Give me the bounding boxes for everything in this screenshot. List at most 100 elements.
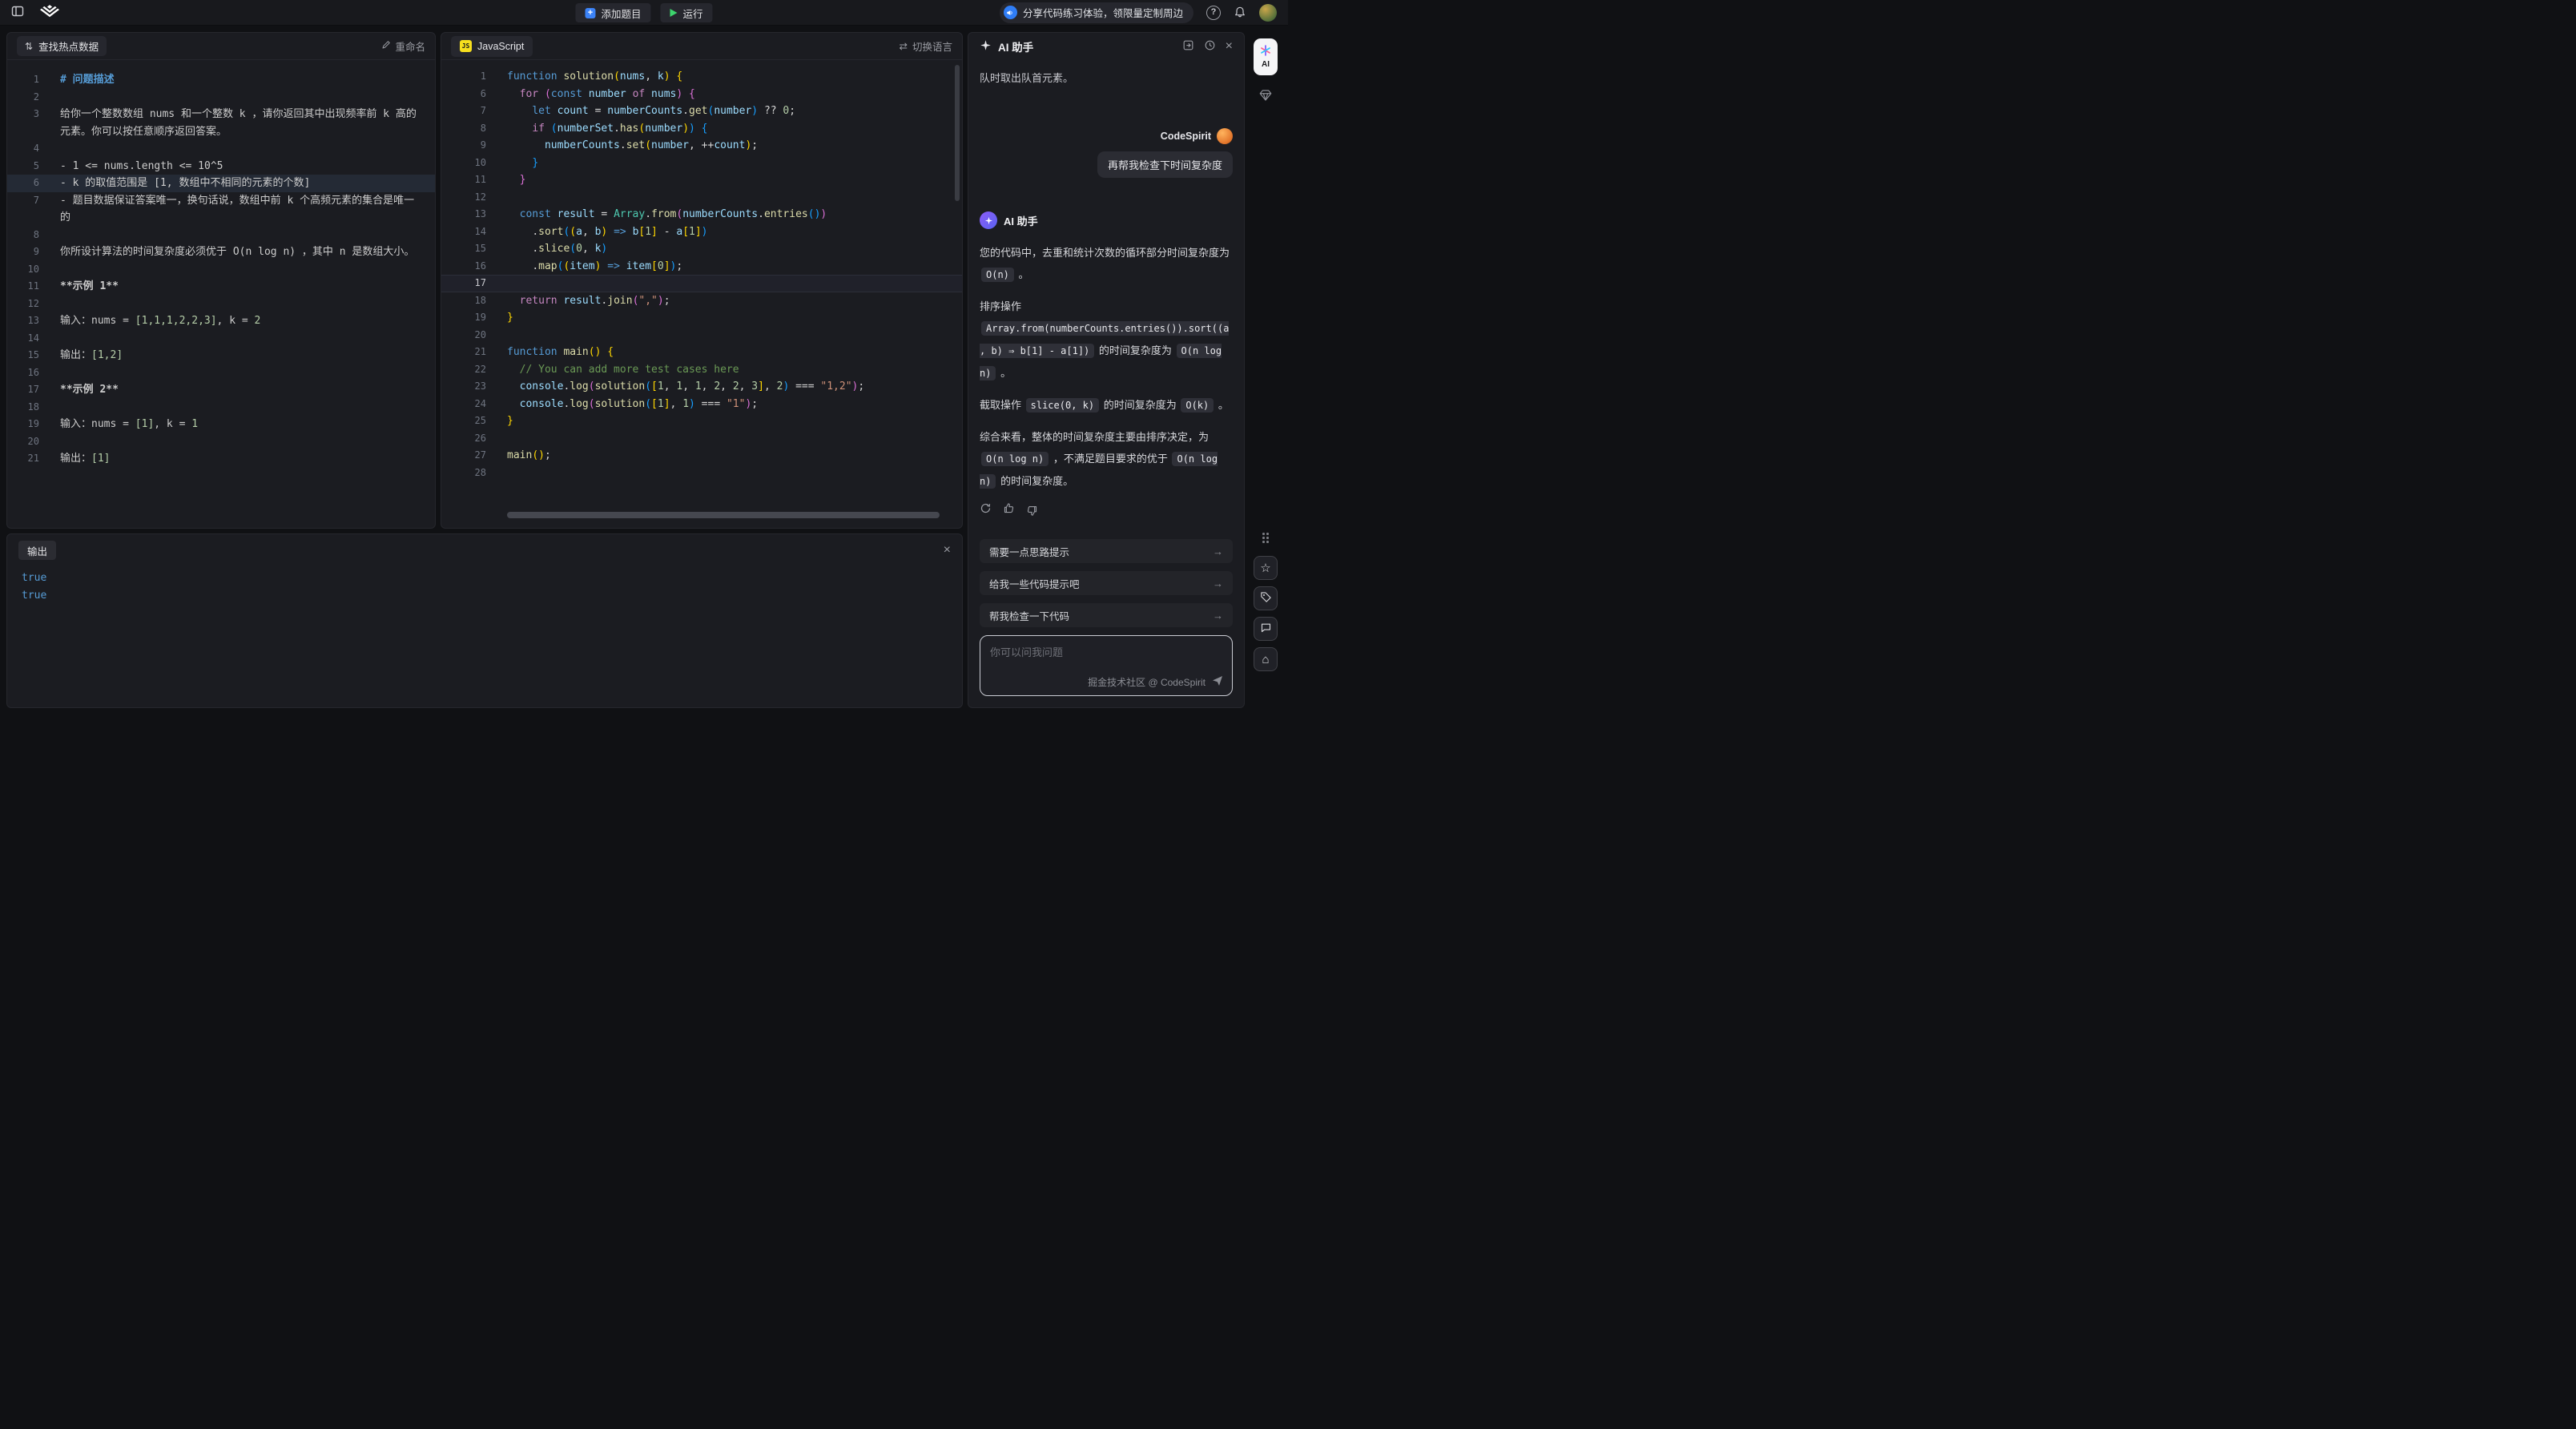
code-line: 28 [441,465,962,482]
tab-javascript[interactable]: JS JavaScript [451,36,533,57]
topbar: + 添加题目 运行 分享代码练习体验，领限量定制周边 ? [0,0,1288,26]
colorful-sparkle-icon [1260,45,1271,58]
output-line: true [22,587,948,605]
ai-suggestion-button[interactable]: 帮我检查一下代码→ [980,603,1233,627]
ai-rail-button[interactable]: AI [1254,38,1278,75]
switch-language-button[interactable]: ⇄ 切换语言 [900,38,953,54]
history-button[interactable] [1204,39,1216,54]
arrow-right-icon: → [1213,578,1223,590]
comment-button[interactable] [1254,617,1278,641]
problem-header: ⇅ 查找热点数据 重命名 [7,33,435,60]
problem-line: 15输出：[1,2] [7,347,435,364]
ai-suggestion-button[interactable]: 给我一些代码提示吧→ [980,571,1233,595]
notifications-button[interactable] [1234,5,1246,20]
run-label: 运行 [683,6,703,21]
ai-chat-scroll-area[interactable]: 队时取出队首元素。 CodeSpirit 再帮我检查下时间复杂度 AI 助手 您… [968,60,1244,539]
problem-line: 7- 题目数据保证答案唯一，换句话说，数组中前 k 个高频元素的集合是唯一的 [7,192,435,227]
code-line: 7 let count = numberCounts.get(number) ?… [441,103,962,120]
help-button[interactable]: ? [1206,6,1221,20]
code-line: 8 if (numberSet.has(number)) { [441,120,962,138]
main-area: ⇅ 查找热点数据 重命名 1# 问题描述23给你一个整数数组 nums 和一个整… [0,26,1288,714]
ai-footer: 需要一点思路提示→ 给我一些代码提示吧→ 帮我检查一下代码→ 掘金技术社区 @ Co… [968,539,1244,707]
plus-icon: + [585,8,595,18]
ai-close-button[interactable]: × [1226,40,1233,53]
problem-line: 13输入：nums = [1,1,1,2,2,3], k = 2 [7,312,435,330]
open-in-panel-button[interactable] [1182,39,1194,54]
swap-question-icon: ⇅ [25,41,33,52]
ai-input-box[interactable]: 掘金技术社区 @ CodeSpirit [980,635,1233,696]
problem-markdown-editor[interactable]: 1# 问题描述23给你一个整数数组 nums 和一个整数 k ，请你返回其中出现… [7,60,435,528]
code-line: 14 .sort((a, b) => b[1] - a[1]) [441,223,962,241]
refresh-icon [980,502,992,517]
add-question-button[interactable]: + 添加题目 [575,3,650,22]
right-toolbar: AI ☆ ⌂ [1250,32,1282,708]
problem-line: 17**示例 2** [7,381,435,399]
ai-message-paragraph: 排序操作Array.from(numberCounts.entries()).s… [980,296,1233,384]
output-header: 输出 × [7,534,962,566]
rename-label: 重命名 [395,38,425,54]
ai-header: AI 助手 × [968,33,1244,60]
juejin-logo-icon[interactable] [40,4,59,21]
editor-header: JS JavaScript ⇄ 切换语言 [441,33,962,60]
panel-toggle-icon [11,5,24,20]
ai-panel-title: AI 助手 [998,38,1033,54]
gem-icon [1258,88,1273,105]
ai-input-footer-text: 掘金技术社区 @ CodeSpirit [1088,675,1205,689]
code-line: 13 const result = Array.from(numberCount… [441,206,962,223]
code-line: 11 } [441,171,962,189]
problem-line: 20 [7,433,435,451]
assistant-message-header: AI 助手 [980,211,1233,229]
tag-button[interactable] [1254,586,1278,610]
problem-line: 1# 问题描述 [7,71,435,89]
favorite-button[interactable]: ☆ [1254,556,1278,580]
ai-assistant-panel: AI 助手 × 队时取出队首元素。 CodeSpirit [968,32,1245,708]
problem-line: 14 [7,330,435,348]
message-actions [980,502,1233,517]
problem-line: 9你所设计算法的时间复杂度必须优于 O(n log n) ，其中 n 是数组大小… [7,244,435,261]
horizontal-scrollbar[interactable] [507,512,940,518]
code-editor[interactable]: 1function solution(nums, k) {6 for (cons… [441,60,962,528]
problem-line: 8 [7,227,435,244]
thumbs-down-button[interactable] [1026,502,1038,517]
ai-previous-message-tail: 队时取出队首元素。 [980,70,1233,85]
regenerate-button[interactable] [980,502,992,517]
export-icon [1182,39,1194,54]
star-icon: ☆ [1260,561,1270,575]
problem-line: 19输入：nums = [1], k = 1 [7,416,435,433]
rename-button[interactable]: 重命名 [381,38,425,54]
run-button[interactable]: 运行 [661,3,713,22]
sparkle-icon [980,39,992,54]
drag-handle-icon[interactable] [1262,532,1270,543]
user-display-name: CodeSpirit [1161,131,1211,142]
js-icon: JS [460,40,472,52]
code-line: 15 .slice(0, k) [441,240,962,258]
vertical-scrollbar[interactable] [955,65,960,201]
question-icon: ? [1206,6,1221,20]
ai-message-paragraph: 您的代码中，去重和统计次数的循环部分时间复杂度为 O(n) 。 [980,242,1233,286]
thumbs-up-icon [1003,502,1015,517]
user-avatar[interactable] [1259,4,1277,22]
share-banner-label: 分享代码练习体验，领限量定制周边 [1023,5,1183,20]
problem-line: 3给你一个整数数组 nums 和一个整数 k ，请你返回其中出现频率前 k 高的… [7,106,435,140]
thumbs-up-button[interactable] [1003,502,1015,517]
code-line: 1function solution(nums, k) { [441,68,962,86]
assistant-display-name: AI 助手 [1004,213,1038,228]
problem-title-button[interactable]: ⇅ 查找热点数据 [17,36,107,56]
code-line: 20 [441,327,962,344]
sidebar-toggle-button[interactable] [11,5,24,20]
send-button[interactable] [1211,674,1224,690]
codespirit-avatar [1217,128,1233,144]
gem-rail-button[interactable] [1258,88,1273,105]
output-close-button[interactable]: × [944,544,951,557]
problem-line: 12 [7,296,435,313]
ai-suggestion-button[interactable]: 需要一点思路提示→ [980,539,1233,563]
problem-line: 16 [7,364,435,382]
code-line: 25} [441,413,962,430]
code-editor-panel: JS JavaScript ⇄ 切换语言 1function solution(… [441,32,963,529]
output-tab[interactable]: 输出 [18,541,56,560]
ai-input-field[interactable] [980,636,1232,671]
play-icon [670,9,678,17]
share-banner-button[interactable]: 分享代码练习体验，领限量定制周边 [1000,2,1193,23]
home-button[interactable]: ⌂ [1254,647,1278,671]
code-line: 6 for (const number of nums) { [441,86,962,103]
